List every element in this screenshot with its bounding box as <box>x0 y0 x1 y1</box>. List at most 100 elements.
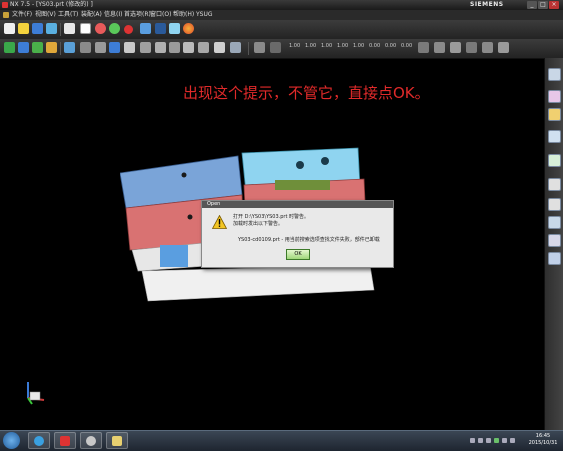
clock-time: 16:45 <box>535 433 551 439</box>
system-clock[interactable]: 16:45 2015/10/31 <box>528 433 558 447</box>
taskbar-app[interactable] <box>80 432 102 449</box>
block-icon[interactable] <box>155 42 166 53</box>
process-studio-icon[interactable] <box>548 216 561 229</box>
menu-tools[interactable]: 工具(T) <box>58 10 78 20</box>
app-icon <box>34 436 44 446</box>
assembly-navigator-icon[interactable] <box>548 68 561 81</box>
dialog-title-bar[interactable]: Open <box>202 201 393 208</box>
measure-icon[interactable] <box>254 42 265 53</box>
save-icon[interactable] <box>32 23 43 34</box>
fit-view-icon[interactable] <box>64 42 75 53</box>
offset-icon[interactable] <box>169 42 180 53</box>
section-icon[interactable] <box>198 42 209 53</box>
resource-bar <box>544 58 563 430</box>
angle-icon[interactable] <box>434 42 445 53</box>
maximize-button[interactable]: □ <box>538 1 548 9</box>
menu-preferences[interactable]: 首选项(R) <box>124 10 151 20</box>
roles-icon[interactable] <box>548 234 561 247</box>
dialog-title: Open <box>207 201 221 207</box>
app-icon <box>86 436 96 446</box>
nx-app-icon <box>60 436 70 446</box>
web-browser-icon[interactable] <box>548 154 561 167</box>
tray-icon[interactable] <box>486 438 491 443</box>
point-icon[interactable] <box>466 42 477 53</box>
toolbar-value: 0.00 <box>369 43 381 49</box>
record-icon[interactable] <box>124 25 133 34</box>
volume-icon[interactable] <box>502 438 507 443</box>
menu-assembly[interactable]: 装配(A) <box>81 10 102 20</box>
undo-icon[interactable] <box>95 23 106 34</box>
blank-icon[interactable] <box>80 23 91 34</box>
window-icon[interactable] <box>155 23 166 34</box>
toolbar-value: 1.00 <box>321 43 333 49</box>
vector-icon[interactable] <box>482 42 493 53</box>
save-as-icon[interactable] <box>46 23 57 34</box>
part-navigator-icon[interactable] <box>548 108 561 121</box>
trim-icon[interactable] <box>183 42 194 53</box>
close-button[interactable]: × <box>549 1 559 9</box>
ok-button[interactable]: OK <box>286 249 310 260</box>
zoom-icon[interactable] <box>80 42 91 53</box>
toolbar-value: 0.00 <box>385 43 397 49</box>
cylinder-icon[interactable] <box>140 42 151 53</box>
toolbar-value: 1.00 <box>305 43 317 49</box>
folder-icon <box>112 436 122 446</box>
coordinate-triad <box>27 382 45 405</box>
tray-icon[interactable] <box>478 438 483 443</box>
taskbar-app[interactable] <box>106 432 128 449</box>
menu-ysug[interactable]: YSUG <box>196 10 213 20</box>
reuse-library-icon[interactable] <box>548 130 561 143</box>
render-icon[interactable] <box>169 23 180 34</box>
display-icon[interactable] <box>140 23 151 34</box>
arc-icon[interactable] <box>418 42 429 53</box>
title-bar: NX 7.5 - [YS03.prt (修改的) ] SIEMENS _ □ × <box>0 0 563 10</box>
line-icon[interactable] <box>450 42 461 53</box>
taskbar-app[interactable] <box>28 432 50 449</box>
clock-date: 2015/10/31 <box>528 440 558 446</box>
document-icon[interactable] <box>64 23 75 34</box>
pan-icon[interactable] <box>109 42 120 53</box>
start-button[interactable] <box>3 432 20 449</box>
new-icon[interactable] <box>4 23 15 34</box>
open-warning-dialog: Open 打开 D:\YS03\YS03.prt 时警告。 加载时发出以下警告。… <box>201 200 394 268</box>
distance-icon[interactable] <box>270 42 281 53</box>
list-icon[interactable] <box>230 42 241 53</box>
tray-icon[interactable] <box>510 438 515 443</box>
menu-bar: 文件(F) 视图(V) 工具(T) 装配(A) 信息(I) 首选项(R) 窗口(… <box>0 10 563 20</box>
toolbar-value: 0.00 <box>401 43 413 49</box>
menu-help[interactable]: 帮助(H) <box>173 10 194 20</box>
brand-label: SIEMENS <box>470 1 504 8</box>
menu-window[interactable]: 窗口(O) <box>150 10 171 20</box>
redo-icon[interactable] <box>109 23 120 34</box>
system-materials-icon[interactable] <box>548 198 561 211</box>
color-palette-icon[interactable] <box>183 23 194 34</box>
windows-taskbar: 16:45 2015/10/31 <box>0 430 563 451</box>
box-icon[interactable] <box>124 42 135 53</box>
window-title: NX 7.5 - [YS03.prt (修改的) ] <box>10 1 93 8</box>
extrude-icon[interactable] <box>32 42 43 53</box>
toolbar-divider <box>248 42 249 55</box>
constraint-navigator-icon[interactable] <box>548 90 561 103</box>
taskbar-app[interactable] <box>54 432 76 449</box>
layer-icon[interactable] <box>4 42 15 53</box>
dialog-message-line2: 加载时发出以下警告。 <box>233 221 284 227</box>
nx-menu-icon[interactable] <box>3 12 9 18</box>
chevron-down-icon[interactable] <box>498 42 509 53</box>
menu-file[interactable]: 文件(F) <box>12 10 32 20</box>
menu-view[interactable]: 视图(V) <box>35 10 56 20</box>
nx-app-icon <box>2 2 8 8</box>
warning-icon <box>212 215 227 229</box>
toolbar-divider <box>60 23 61 36</box>
edges-icon[interactable] <box>214 42 225 53</box>
sketch-icon[interactable] <box>18 42 29 53</box>
toolbar-value: 1.00 <box>337 43 349 49</box>
menu-info[interactable]: 信息(I) <box>104 10 122 20</box>
minimize-button[interactable]: _ <box>527 1 537 9</box>
open-icon[interactable] <box>18 23 29 34</box>
network-icon[interactable] <box>494 438 499 443</box>
feature-icon[interactable] <box>46 42 57 53</box>
tray-icon[interactable] <box>470 438 475 443</box>
history-icon[interactable] <box>548 178 561 191</box>
rotate-icon[interactable] <box>95 42 106 53</box>
system-scenes-icon[interactable] <box>548 252 561 265</box>
